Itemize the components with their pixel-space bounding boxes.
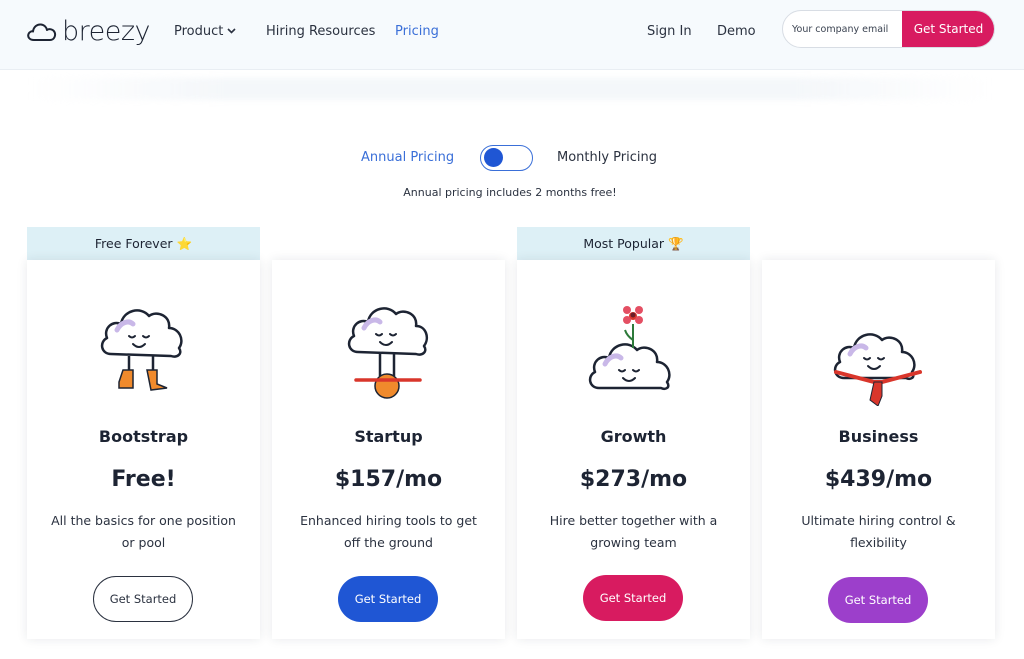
plan-card-growth: Growth $273/mo Hire better together with… <box>517 260 750 639</box>
plan-description: Ultimate hiring control & flexibility <box>801 513 956 550</box>
chevron-down-icon <box>227 28 236 34</box>
plan-description: Enhanced hiring tools to get off the gro… <box>300 513 477 550</box>
annual-pricing-label[interactable]: Annual Pricing <box>361 150 454 165</box>
email-signup-group: Get Started <box>782 10 995 48</box>
plan-price: $273/mo <box>579 467 688 492</box>
badge-label: Most Popular <box>583 236 665 251</box>
breezy-logo[interactable]: breezy <box>26 14 151 48</box>
site-header: breezy Product Hiring Resources Pricing … <box>0 0 1024 70</box>
plan-name: Growth <box>600 427 667 446</box>
nav-demo[interactable]: Demo <box>717 24 756 39</box>
plan-card-business: Business $439/mo Ultimate hiring control… <box>762 260 995 639</box>
plan-card-bootstrap: Bootstrap Free! All the basics for one p… <box>27 260 260 639</box>
bootstrap-get-started-button[interactable]: Get Started <box>93 576 193 622</box>
business-get-started-button[interactable]: Get Started <box>828 577 928 623</box>
plan-price: $157/mo <box>334 467 443 492</box>
plan-card-startup: Startup $157/mo Enhanced hiring tools to… <box>272 260 505 639</box>
plan-name: Bootstrap <box>98 427 189 446</box>
cloud-with-tie-icon <box>833 333 922 406</box>
toggle-knob <box>484 148 503 167</box>
company-email-input[interactable] <box>783 11 904 47</box>
nav-sign-in[interactable]: Sign In <box>647 24 692 39</box>
free-forever-badge: Free Forever ⭐ <box>27 227 260 260</box>
nav-pricing[interactable]: Pricing <box>395 24 439 39</box>
plan-price: Free! <box>111 467 176 492</box>
cloud-on-unicycle-icon <box>347 307 428 399</box>
logo-wordmark: breezy <box>62 15 151 47</box>
nav-product[interactable]: Product <box>174 24 236 39</box>
cloud-with-flower-icon <box>588 306 671 390</box>
plan-description: Hire better together with a growing team <box>549 513 718 550</box>
monthly-pricing-label[interactable]: Monthly Pricing <box>557 150 657 165</box>
cloud-with-boots-icon <box>100 309 183 391</box>
plan-name: Startup <box>354 427 423 446</box>
cloud-logo-icon <box>27 23 57 41</box>
nav-hiring-resources[interactable]: Hiring Resources <box>266 24 375 39</box>
growth-get-started-button[interactable]: Get Started <box>583 575 683 621</box>
startup-get-started-button[interactable]: Get Started <box>338 576 438 622</box>
plan-price: $439/mo <box>824 467 933 492</box>
annual-pricing-note: Annual pricing includes 2 months free! <box>403 186 617 199</box>
plan-name: Business <box>838 427 919 446</box>
trophy-icon: 🏆 <box>668 236 684 251</box>
pricing-period-toggle[interactable] <box>480 145 533 171</box>
star-icon: ⭐ <box>176 236 193 251</box>
plan-description: All the basics for one position or pool <box>51 513 236 550</box>
nav-product-label: Product <box>174 24 224 39</box>
badge-label: Free Forever <box>94 236 173 251</box>
header-get-started-button[interactable]: Get Started <box>902 11 994 47</box>
most-popular-badge: Most Popular 🏆 <box>517 227 750 260</box>
faded-banner <box>30 78 990 100</box>
